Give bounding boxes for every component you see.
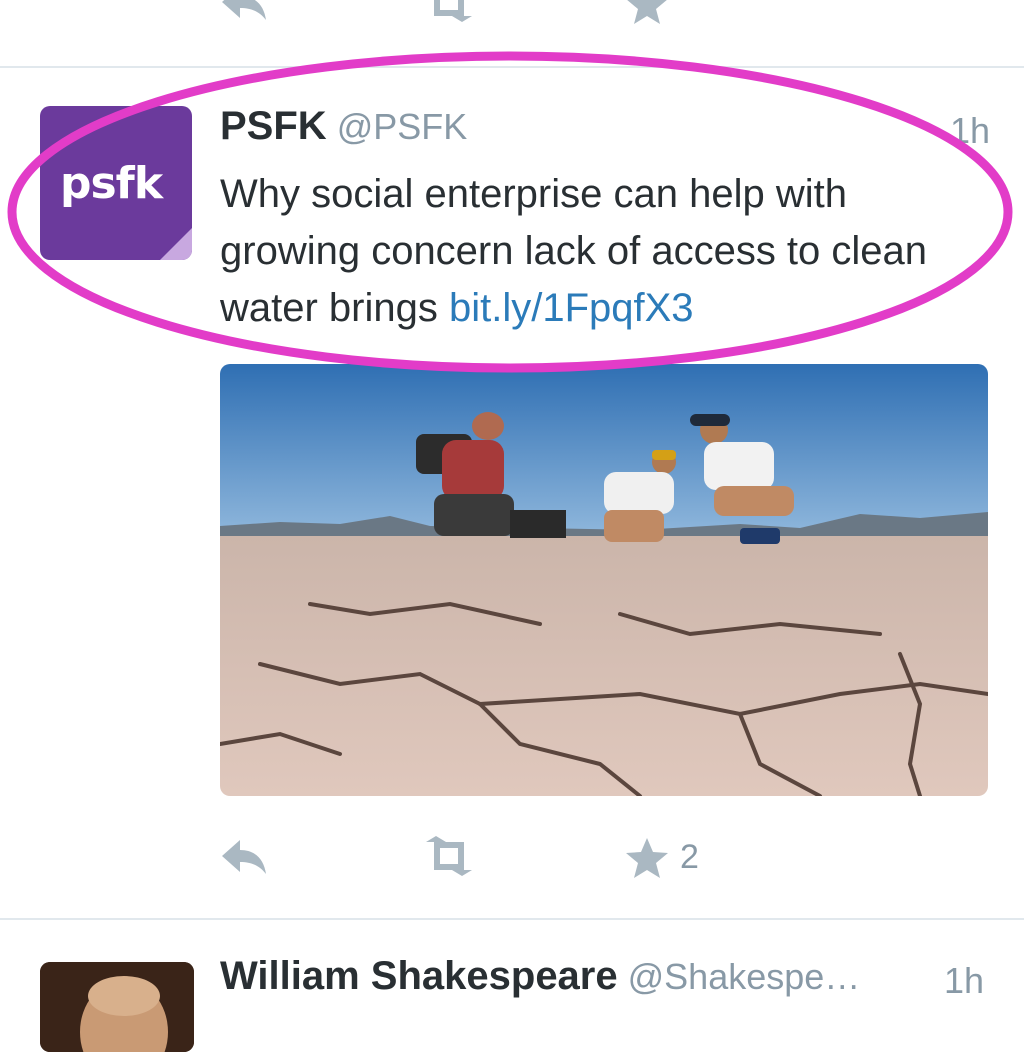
handle[interactable]: @PSFK bbox=[337, 106, 468, 147]
retweet-icon[interactable] bbox=[418, 836, 480, 876]
display-name[interactable]: PSFK bbox=[220, 104, 327, 148]
avatar-corner-fold bbox=[160, 228, 192, 260]
handle[interactable]: @Shakespe… bbox=[628, 956, 861, 997]
avatar[interactable]: psfk bbox=[40, 106, 192, 260]
divider bbox=[0, 918, 1024, 920]
favorite-count: 2 bbox=[680, 838, 699, 876]
tweet-text: Why social enterprise can help with grow… bbox=[220, 166, 980, 337]
tweet-link[interactable]: bit.ly/1FpqfX3 bbox=[449, 286, 694, 330]
tweet-actions: 2 bbox=[0, 832, 1024, 882]
tweet-header: William Shakespeare @Shakespe… bbox=[220, 954, 860, 999]
avatar-logo-text: psfk bbox=[60, 158, 163, 209]
tweet-header: PSFK @PSFK bbox=[220, 104, 467, 149]
display-name[interactable]: William Shakespeare bbox=[220, 954, 618, 998]
timestamp[interactable]: 1h bbox=[950, 110, 990, 152]
avatar[interactable] bbox=[40, 962, 194, 1052]
tweet-photo[interactable] bbox=[220, 364, 988, 796]
star-icon[interactable] bbox=[624, 836, 670, 880]
timestamp[interactable]: 1h bbox=[944, 960, 984, 1002]
tweet-psfk[interactable]: psfk PSFK @PSFK 1h Why social enterprise … bbox=[0, 0, 1024, 900]
reply-icon[interactable] bbox=[218, 836, 270, 876]
